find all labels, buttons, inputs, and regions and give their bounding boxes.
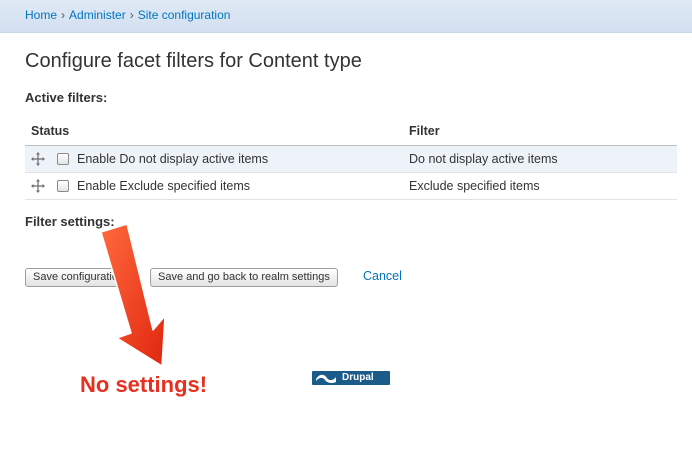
annotation-arrow-icon (100, 223, 166, 367)
drupal-badge[interactable]: Drupal (312, 371, 390, 385)
drupal-badge-label: Drupal (342, 372, 374, 383)
annotation-text: No settings! (80, 372, 208, 397)
drupal-drop-icon (316, 374, 336, 384)
